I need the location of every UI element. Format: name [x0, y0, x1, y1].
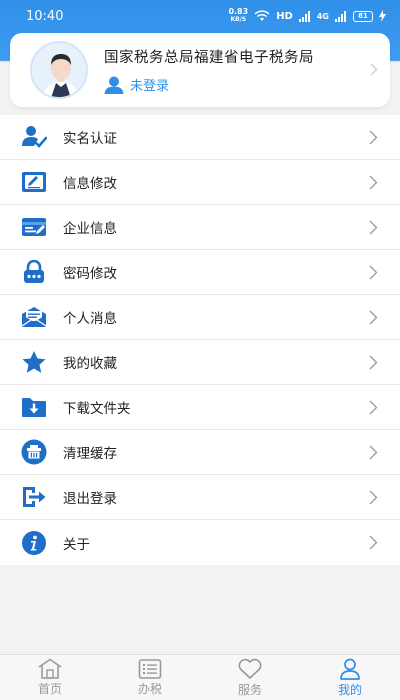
- message-icon: [21, 307, 47, 327]
- heart-icon: [238, 658, 262, 679]
- trash-icon: [21, 439, 47, 465]
- tab-label: 我的: [337, 682, 362, 697]
- menu-label: 下载文件夹: [63, 401, 131, 417]
- star-icon: [22, 351, 46, 373]
- tab-service[interactable]: 服务: [200, 655, 300, 700]
- profile-card[interactable]: 国家税务总局福建省电子税务局 未登录: [10, 33, 390, 107]
- menu-item-company-info[interactable]: 企业信息: [0, 205, 400, 250]
- logout-icon: [23, 487, 46, 507]
- net-speed: 0.83 KB/S: [228, 7, 249, 24]
- menu-item-edit-info[interactable]: 信息修改: [0, 160, 400, 205]
- chevron-right-icon: [369, 220, 378, 234]
- tab-mine[interactable]: 我的: [300, 655, 400, 700]
- chevron-right-icon: [370, 63, 378, 76]
- bottom-tab-bar: 首页 办税 服务 我的: [0, 654, 400, 700]
- avatar[interactable]: [30, 41, 88, 99]
- menu-label: 关于: [63, 536, 90, 553]
- user-icon: [104, 76, 124, 94]
- download-folder-icon: [22, 398, 46, 417]
- home-icon: [38, 658, 62, 679]
- signal-icon-2: [335, 10, 346, 22]
- network-type: 4G: [316, 11, 329, 21]
- avatar-person-icon: [32, 43, 86, 97]
- status-bar: 10:40 0.83 KB/S HD 4G 81: [0, 0, 400, 32]
- menu-item-download-folder[interactable]: 下载文件夹: [0, 385, 400, 430]
- menu-item-favorites[interactable]: 我的收藏: [0, 340, 400, 385]
- menu-label: 密码修改: [63, 266, 117, 282]
- menu-item-verify[interactable]: 实名认证: [0, 115, 400, 160]
- login-status[interactable]: 未登录: [130, 75, 169, 94]
- chevron-right-icon: [369, 535, 378, 550]
- charging-icon: [379, 10, 386, 22]
- chevron-right-icon: [369, 445, 378, 459]
- menu-label: 信息修改: [63, 176, 117, 192]
- chevron-right-icon: [369, 310, 378, 324]
- wifi-icon: [254, 10, 270, 21]
- signal-icon: [298, 10, 310, 22]
- chevron-right-icon: [369, 490, 378, 504]
- lock-icon: [24, 260, 44, 283]
- menu-label: 退出登录: [63, 491, 117, 507]
- status-time: 10:40: [26, 8, 64, 24]
- org-name: 国家税务总局福建省电子税务局: [104, 50, 314, 66]
- menu-label: 个人消息: [63, 311, 117, 327]
- menu-label: 清理缓存: [63, 446, 117, 462]
- tab-label: 办税: [137, 681, 162, 696]
- tab-home[interactable]: 首页: [0, 655, 100, 700]
- menu-item-clear-cache[interactable]: 清理缓存: [0, 430, 400, 475]
- menu-label: 实名认证: [63, 131, 117, 147]
- company-card-icon: [22, 218, 46, 236]
- menu-label: 我的收藏: [63, 356, 117, 372]
- user-icon: [340, 658, 360, 680]
- tab-label: 服务: [237, 682, 262, 697]
- chevron-right-icon: [369, 355, 378, 369]
- menu-item-about[interactable]: 关于: [0, 520, 400, 565]
- tab-tax[interactable]: 办税: [100, 655, 200, 700]
- chevron-right-icon: [369, 130, 378, 144]
- menu-item-messages[interactable]: 个人消息: [0, 295, 400, 340]
- chevron-right-icon: [369, 265, 378, 279]
- menu-item-logout[interactable]: 退出登录: [0, 475, 400, 520]
- menu-label: 企业信息: [63, 221, 117, 237]
- chevron-right-icon: [369, 175, 378, 189]
- edit-icon: [22, 172, 46, 192]
- info-icon: [22, 530, 46, 555]
- verify-user-icon: [22, 126, 47, 148]
- tab-label: 首页: [37, 682, 62, 696]
- menu-list: 实名认证 信息修改 企业信息 密码修改 个人消息 我的收藏 下载文件夹 清理缓存…: [0, 115, 400, 565]
- menu-item-change-password[interactable]: 密码修改: [0, 250, 400, 295]
- hd-indicator: HD: [276, 10, 293, 22]
- list-icon: [138, 658, 162, 679]
- chevron-right-icon: [369, 400, 378, 414]
- battery-icon: 81: [353, 10, 373, 22]
